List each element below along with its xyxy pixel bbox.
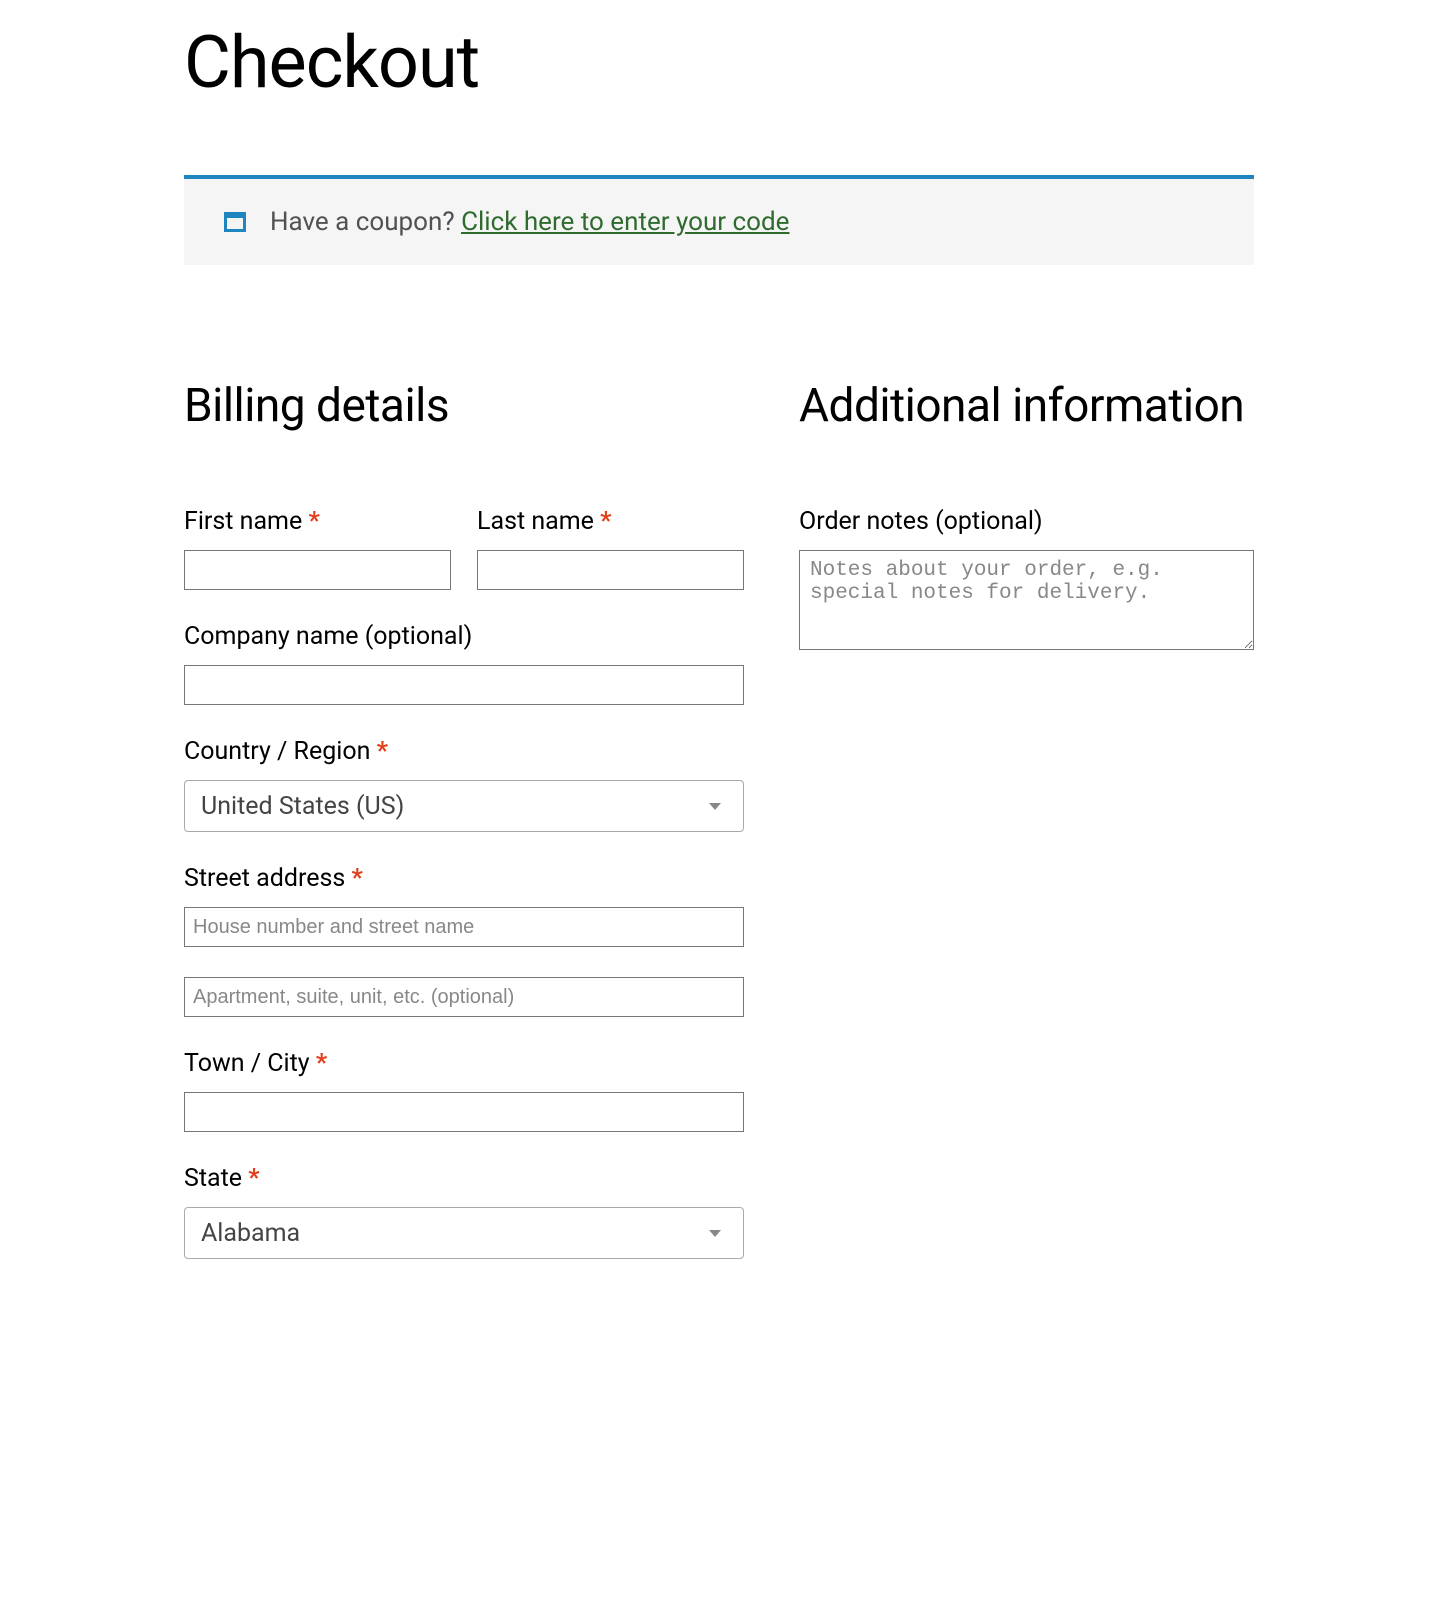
order-notes-label: Order notes (optional) [799, 507, 1254, 536]
city-label-text: Town / City [184, 1049, 316, 1078]
street-label: Street address * [184, 864, 744, 893]
state-select[interactable]: Alabama [184, 1207, 744, 1259]
last-name-label: Last name * [477, 507, 744, 536]
country-select-value: United States (US) [201, 792, 709, 821]
company-label: Company name (optional) [184, 622, 744, 651]
page-title: Checkout [184, 20, 1254, 105]
chevron-down-icon [709, 1230, 721, 1237]
company-input[interactable] [184, 665, 744, 705]
last-name-field-group: Last name * [477, 507, 744, 590]
coupon-prompt: Have a coupon? [270, 207, 461, 237]
additional-heading: Additional information [799, 375, 1254, 437]
coupon-prompt-text: Have a coupon? Click here to enter your … [270, 207, 789, 237]
street-field-group: Street address * [184, 864, 744, 1017]
street-label-text: Street address [184, 864, 351, 893]
first-name-input[interactable] [184, 550, 451, 590]
required-mark: * [351, 864, 362, 893]
required-mark: * [316, 1049, 327, 1078]
country-label-text: Country / Region [184, 737, 377, 766]
country-select[interactable]: United States (US) [184, 780, 744, 832]
state-label: State * [184, 1164, 744, 1193]
required-mark: * [600, 507, 611, 536]
city-field-group: Town / City * [184, 1049, 744, 1132]
billing-column: Billing details First name * Last name *… [184, 375, 744, 1291]
city-input[interactable] [184, 1092, 744, 1132]
order-notes-textarea[interactable] [799, 550, 1254, 650]
required-mark: * [308, 507, 319, 536]
last-name-label-text: Last name [477, 507, 600, 536]
state-select-value: Alabama [201, 1219, 709, 1248]
last-name-input[interactable] [477, 550, 744, 590]
first-name-label: First name * [184, 507, 451, 536]
first-name-label-text: First name [184, 507, 308, 536]
street-address-input[interactable] [184, 907, 744, 947]
order-notes-field-group: Order notes (optional) [799, 507, 1254, 654]
first-name-field-group: First name * [184, 507, 451, 590]
state-field-group: State * Alabama [184, 1164, 744, 1259]
billing-heading: Billing details [184, 375, 744, 437]
chevron-down-icon [709, 803, 721, 810]
coupon-link[interactable]: Click here to enter your code [461, 207, 789, 237]
street-address-2-input[interactable] [184, 977, 744, 1017]
required-mark: * [248, 1164, 259, 1193]
city-label: Town / City * [184, 1049, 744, 1078]
country-field-group: Country / Region * United States (US) [184, 737, 744, 832]
state-label-text: State [184, 1164, 248, 1193]
country-label: Country / Region * [184, 737, 744, 766]
company-field-group: Company name (optional) [184, 622, 744, 705]
required-mark: * [377, 737, 388, 766]
coupon-notice: Have a coupon? Click here to enter your … [184, 175, 1254, 265]
additional-column: Additional information Order notes (opti… [799, 375, 1254, 1291]
window-icon [224, 212, 246, 232]
